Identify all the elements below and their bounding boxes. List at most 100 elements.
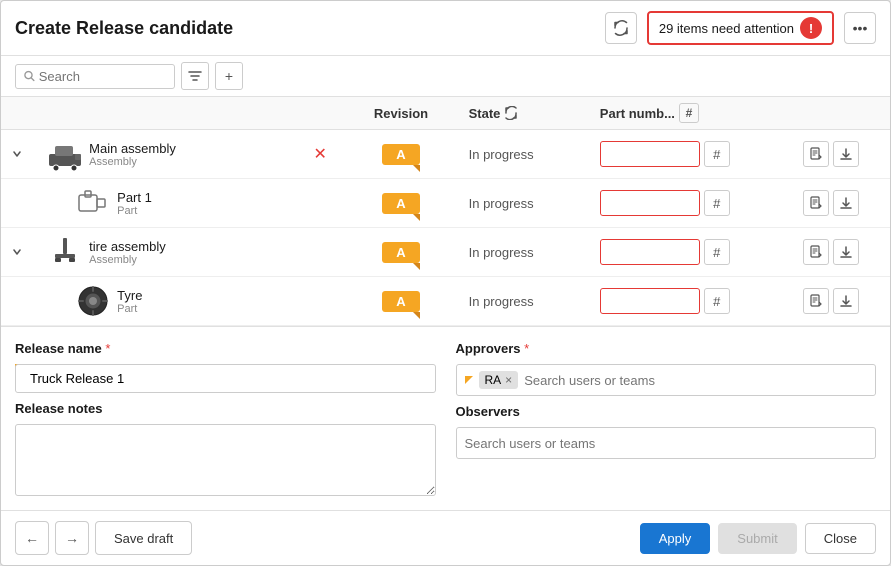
document-action-btn[interactable] xyxy=(803,239,829,265)
actions-cell xyxy=(795,179,890,228)
expand-cell xyxy=(1,277,39,326)
expand-btn[interactable] xyxy=(9,146,25,162)
release-name-label: Release name xyxy=(15,341,102,356)
download-icon xyxy=(839,196,853,210)
state-cell: In progress xyxy=(461,277,592,326)
partnum-hash-header-btn[interactable]: # xyxy=(679,103,699,123)
col-expand-header xyxy=(1,97,39,130)
release-name-label-wrap: Release name * xyxy=(15,341,436,356)
approver-tag-remove[interactable]: × xyxy=(505,373,512,387)
attention-icon: ! xyxy=(800,17,822,39)
partnum-input[interactable] xyxy=(600,288,700,314)
download-action-btn[interactable] xyxy=(833,141,859,167)
revision-badge: A xyxy=(382,193,419,214)
hash-icon-btn[interactable]: # xyxy=(704,288,730,314)
hash-icon-btn[interactable]: # xyxy=(704,190,730,216)
table-row: tire assembly Assembly A xyxy=(1,228,890,277)
col-remove-header xyxy=(302,97,342,130)
download-icon xyxy=(839,245,853,259)
partnum-cell: # xyxy=(592,130,795,179)
remove-main-assembly-btn[interactable]: ✕ xyxy=(314,146,327,163)
state-cell: In progress xyxy=(461,179,592,228)
state-cell: In progress xyxy=(461,228,592,277)
approvers-input-wrap[interactable]: RA × xyxy=(456,364,877,396)
dialog-title: Create Release candidate xyxy=(15,18,595,39)
actions-cell xyxy=(795,277,890,326)
partnum-input[interactable] xyxy=(600,141,700,167)
form-right: Approvers * RA × Observers xyxy=(456,341,877,496)
submit-btn[interactable]: Submit xyxy=(718,523,796,554)
form-section: Release name * Release notes Approvers *… xyxy=(1,327,890,511)
add-item-btn[interactable]: + xyxy=(215,62,243,90)
required-star-approvers: * xyxy=(524,341,529,356)
expand-cell xyxy=(1,179,39,228)
item-cell: tire assembly Assembly xyxy=(39,228,301,277)
revision-badge: A xyxy=(382,144,419,165)
more-options-btn[interactable]: ••• xyxy=(844,12,876,44)
download-icon xyxy=(839,294,853,308)
refresh-icon[interactable] xyxy=(504,106,518,120)
main-assembly-name: Main assembly xyxy=(89,141,176,156)
release-notes-label: Release notes xyxy=(15,401,102,416)
release-notes-textarea[interactable] xyxy=(15,424,436,496)
approvers-label-wrap: Approvers * xyxy=(456,341,877,356)
part-svg xyxy=(75,185,111,221)
footer-left: ← → Save draft xyxy=(15,521,632,555)
main-assembly-icon xyxy=(47,136,83,172)
document-icon xyxy=(809,294,823,308)
hash-icon-btn[interactable]: # xyxy=(704,141,730,167)
document-action-btn[interactable] xyxy=(803,141,829,167)
search-icon xyxy=(24,70,35,82)
download-action-btn[interactable] xyxy=(833,288,859,314)
close-btn[interactable]: Close xyxy=(805,523,876,554)
document-action-btn[interactable] xyxy=(803,288,829,314)
document-action-btn[interactable] xyxy=(803,190,829,216)
release-name-wrap xyxy=(15,364,436,393)
search-input[interactable] xyxy=(39,69,166,84)
attention-text: 29 items need attention xyxy=(659,21,794,36)
main-assembly-info: Main assembly Assembly xyxy=(89,141,176,168)
download-action-btn[interactable] xyxy=(833,239,859,265)
download-action-btn[interactable] xyxy=(833,190,859,216)
truck-svg xyxy=(47,136,83,172)
apply-btn[interactable]: Apply xyxy=(640,523,711,554)
observers-search-input[interactable] xyxy=(465,436,868,451)
observers-input-wrap[interactable] xyxy=(456,427,877,459)
filter-icon xyxy=(188,69,202,83)
approvers-search-input[interactable] xyxy=(524,373,867,388)
required-star: * xyxy=(105,341,110,356)
actions-cell xyxy=(795,228,890,277)
forward-btn[interactable]: → xyxy=(55,521,89,555)
tire-assembly-icon xyxy=(47,234,83,270)
revision-badge: A xyxy=(382,291,419,312)
sync-icon xyxy=(613,20,629,36)
col-item-header xyxy=(39,97,301,130)
document-icon xyxy=(809,196,823,210)
actions-cell xyxy=(795,130,890,179)
save-draft-btn[interactable]: Save draft xyxy=(95,521,192,555)
approver-tag-label: RA xyxy=(485,373,502,387)
table-row: Main assembly Assembly ✕ A xyxy=(1,130,890,179)
sync-icon-btn[interactable] xyxy=(605,12,637,44)
tyre-type: Part xyxy=(117,303,142,315)
search-box[interactable] xyxy=(15,64,175,89)
col-revision-header: Revision xyxy=(341,97,460,130)
document-icon xyxy=(809,245,823,259)
item-cell: Main assembly Assembly xyxy=(39,130,301,179)
revision-cell: A xyxy=(341,179,460,228)
part1-type: Part xyxy=(117,205,152,217)
partnum-input[interactable] xyxy=(600,190,700,216)
back-btn[interactable]: ← xyxy=(15,521,49,555)
filter-btn[interactable] xyxy=(181,62,209,90)
release-name-input[interactable] xyxy=(15,364,436,393)
tyre-icon xyxy=(75,283,111,319)
observers-label: Observers xyxy=(456,404,520,419)
attention-badge[interactable]: 29 items need attention ! xyxy=(647,11,834,45)
expand-btn[interactable] xyxy=(9,244,25,260)
hash-icon-btn[interactable]: # xyxy=(704,239,730,265)
partnum-cell: # xyxy=(592,228,795,277)
partnum-input[interactable] xyxy=(600,239,700,265)
tire-assembly-info: tire assembly Assembly xyxy=(89,239,166,266)
tyre-name: Tyre xyxy=(117,288,142,303)
expand-cell xyxy=(1,228,39,277)
